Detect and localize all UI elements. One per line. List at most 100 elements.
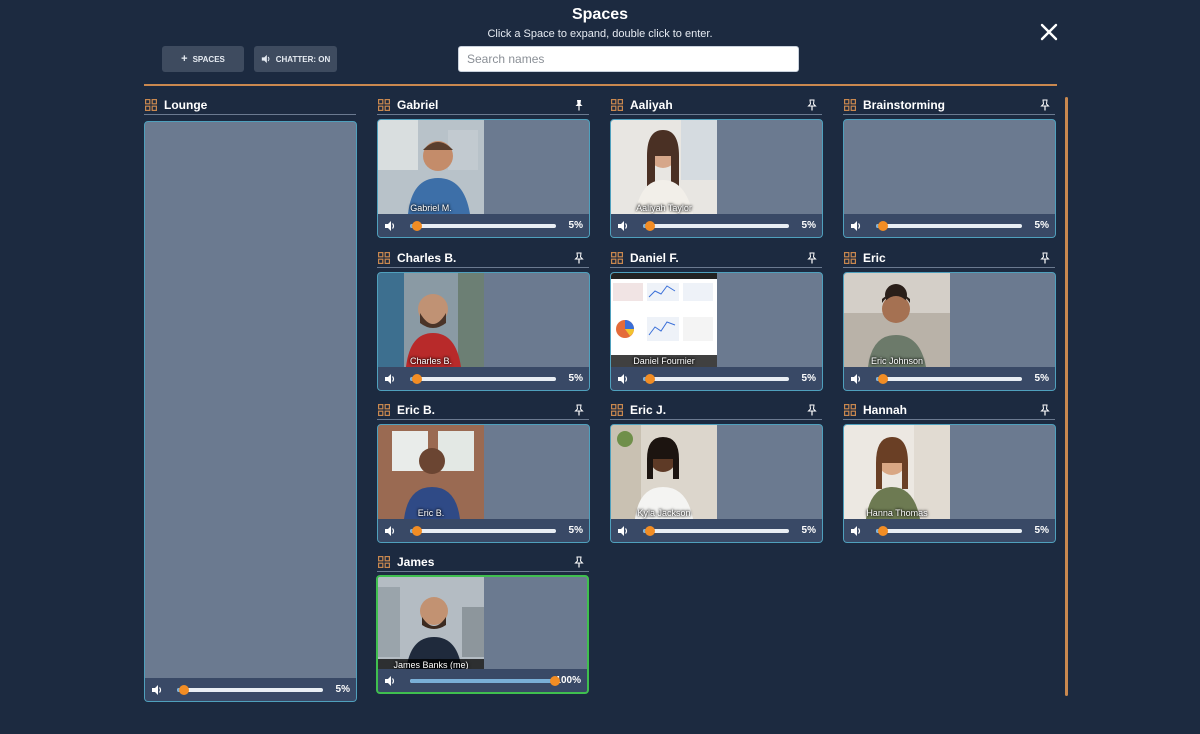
chatter-label: CHATTER: ON xyxy=(275,54,331,64)
participant-video-tile[interactable]: Aaliyah Taylor xyxy=(611,120,717,214)
pin-icon[interactable] xyxy=(806,252,818,264)
space-card-brainstorming[interactable]: 5% xyxy=(843,119,1056,238)
pin-icon[interactable] xyxy=(1039,99,1051,111)
volume-slider[interactable] xyxy=(876,220,1022,231)
participant-video-tile-self[interactable]: James Banks (me) xyxy=(378,577,484,671)
space-header-brainstorming[interactable]: Brainstorming xyxy=(843,95,1055,115)
grid-icon xyxy=(844,403,856,416)
space-header-hannah[interactable]: Hannah xyxy=(843,400,1055,420)
participant-video xyxy=(611,425,717,519)
grid-icon xyxy=(145,98,157,111)
volume-slider[interactable] xyxy=(643,525,789,536)
space-name: Eric J. xyxy=(630,402,667,417)
pin-icon[interactable] xyxy=(573,404,585,416)
space-card-james-current[interactable]: James Banks (me) 100% xyxy=(376,575,589,694)
volume-slider[interactable] xyxy=(177,684,323,695)
volume-slider[interactable] xyxy=(876,525,1022,536)
volume-icon[interactable] xyxy=(384,220,396,232)
participant-video-tile[interactable]: Charles B. xyxy=(378,273,484,367)
space-card-daniel-f[interactable]: Daniel Fournier 5% xyxy=(610,272,823,391)
participant-video-tile[interactable]: Eric Johnson xyxy=(844,273,950,367)
participant-name: Hanna Thomas xyxy=(866,508,928,518)
space-card-charles-b[interactable]: Charles B. 5% xyxy=(377,272,590,391)
grid-icon xyxy=(378,555,390,568)
participant-video xyxy=(844,273,950,367)
volume-slider[interactable] xyxy=(643,373,789,384)
volume-percent: 5% xyxy=(1034,373,1049,384)
pin-icon[interactable] xyxy=(806,99,818,111)
space-header-james[interactable]: James xyxy=(377,552,589,572)
volume-control: 5% xyxy=(378,519,589,542)
volume-icon[interactable] xyxy=(151,684,163,696)
volume-control: 5% xyxy=(844,519,1055,542)
pin-icon[interactable] xyxy=(806,404,818,416)
pin-icon[interactable] xyxy=(1039,252,1051,264)
space-header-eric-b[interactable]: Eric B. xyxy=(377,400,589,420)
participant-video xyxy=(378,425,484,519)
speaker-icon xyxy=(261,54,270,64)
add-space-button[interactable]: + SPACES xyxy=(162,46,244,72)
volume-percent: 5% xyxy=(568,220,583,231)
screen-share-tile[interactable]: Daniel Fournier xyxy=(611,273,717,367)
volume-icon[interactable] xyxy=(617,220,629,232)
space-header-charles-b[interactable]: Charles B. xyxy=(377,248,589,268)
volume-slider[interactable] xyxy=(410,525,556,536)
grid-icon xyxy=(378,251,390,264)
space-card-eric[interactable]: Eric Johnson 5% xyxy=(843,272,1056,391)
space-card-aaliyah[interactable]: Aaliyah Taylor 5% xyxy=(610,119,823,238)
space-header-eric-j[interactable]: Eric J. xyxy=(610,400,822,420)
grid-icon xyxy=(611,403,623,416)
pin-icon[interactable] xyxy=(1039,404,1051,416)
volume-control: 5% xyxy=(611,519,822,542)
plus-icon: + xyxy=(181,52,188,65)
participant-video-tile[interactable]: Kyla Jackson xyxy=(611,425,717,519)
volume-percent: 5% xyxy=(568,525,583,536)
volume-slider[interactable] xyxy=(409,675,561,686)
close-button[interactable] xyxy=(1036,19,1062,45)
screen-share-video xyxy=(611,273,717,367)
page-title: Spaces xyxy=(571,6,629,23)
volume-icon[interactable] xyxy=(850,525,862,537)
volume-icon[interactable] xyxy=(617,525,629,537)
volume-slider[interactable] xyxy=(643,220,789,231)
participant-name: Aaliyah Taylor xyxy=(636,203,692,213)
participant-video xyxy=(378,120,484,214)
space-name: Eric B. xyxy=(397,402,436,417)
space-header-gabriel[interactable]: Gabriel xyxy=(377,95,589,115)
participant-name: Kyla Jackson xyxy=(637,508,691,518)
scrollbar[interactable] xyxy=(1065,97,1068,696)
volume-slider[interactable] xyxy=(410,373,556,384)
volume-icon[interactable] xyxy=(617,373,629,385)
volume-slider[interactable] xyxy=(876,373,1022,384)
participant-video-tile[interactable]: Hanna Thomas xyxy=(844,425,950,519)
space-card-eric-b[interactable]: Eric B. 5% xyxy=(377,424,590,543)
space-card-lounge[interactable]: 5% xyxy=(144,121,357,702)
participant-video-tile[interactable]: Eric B. xyxy=(378,425,484,519)
volume-control: 5% xyxy=(145,678,356,701)
search-input[interactable] xyxy=(458,46,799,72)
space-card-hannah[interactable]: Hanna Thomas 5% xyxy=(843,424,1056,543)
volume-icon[interactable] xyxy=(384,373,396,385)
space-name: Brainstorming xyxy=(863,97,946,112)
space-card-gabriel[interactable]: Gabriel M. 5% xyxy=(377,119,590,238)
pin-icon[interactable] xyxy=(573,252,585,264)
volume-icon[interactable] xyxy=(384,675,396,687)
volume-slider[interactable] xyxy=(410,220,556,231)
grid-icon xyxy=(844,98,856,111)
volume-control: 5% xyxy=(378,367,589,390)
space-header-lounge[interactable]: Lounge xyxy=(144,95,356,115)
space-card-eric-j[interactable]: Kyla Jackson 5% xyxy=(610,424,823,543)
space-header-eric[interactable]: Eric xyxy=(843,248,1055,268)
space-name: Eric xyxy=(863,250,886,265)
volume-icon[interactable] xyxy=(850,220,862,232)
pin-icon[interactable] xyxy=(573,556,585,568)
volume-control: 5% xyxy=(611,214,822,237)
participant-video-tile[interactable]: Gabriel M. xyxy=(378,120,484,214)
space-header-aaliyah[interactable]: Aaliyah xyxy=(610,95,822,115)
volume-icon[interactable] xyxy=(850,373,862,385)
pin-icon[interactable] xyxy=(573,99,585,111)
volume-icon[interactable] xyxy=(384,525,396,537)
space-header-daniel-f[interactable]: Daniel F. xyxy=(610,248,822,268)
grid-icon xyxy=(611,98,623,111)
chatter-toggle-button[interactable]: CHATTER: ON xyxy=(254,46,337,72)
